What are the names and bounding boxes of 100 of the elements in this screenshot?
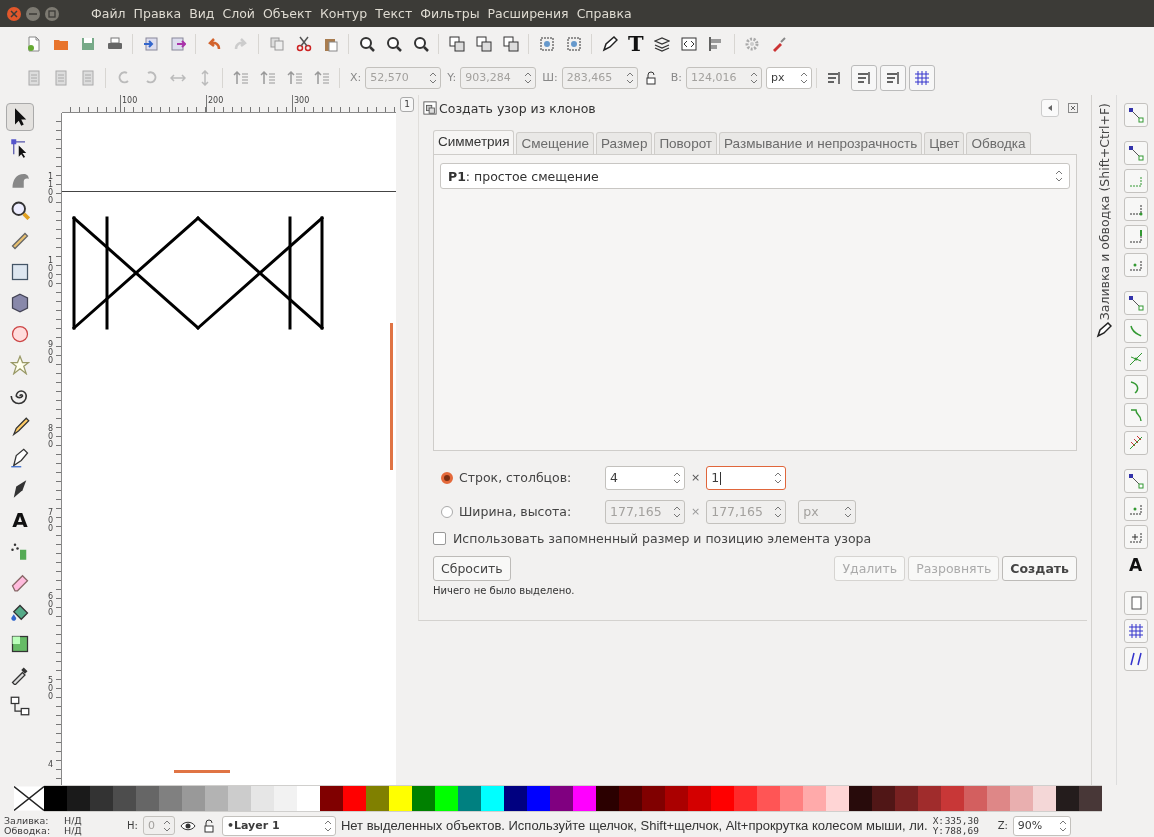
color-swatch[interactable] (688, 785, 711, 812)
scale-corners-icon[interactable] (855, 69, 872, 86)
raise-to-top-icon[interactable] (232, 69, 249, 86)
color-swatch[interactable] (596, 785, 619, 812)
duplicate-icon[interactable] (448, 35, 465, 52)
color-swatch[interactable] (964, 785, 987, 812)
select-icon[interactable] (538, 35, 555, 52)
maximize-icon[interactable] (44, 5, 60, 22)
tab[interactable]: Поворот (654, 132, 718, 154)
move-patterns-icon[interactable] (913, 69, 930, 86)
color-swatch[interactable] (481, 785, 504, 812)
import-icon[interactable] (142, 35, 159, 52)
color-swatch[interactable] (941, 785, 964, 812)
connector-tool-icon[interactable] (10, 696, 30, 716)
fill-stroke-icon[interactable] (1096, 322, 1112, 339)
copy-icon[interactable] (268, 35, 285, 52)
move-gradients-button[interactable] (879, 64, 906, 91)
color-swatch[interactable] (895, 785, 918, 812)
color-swatch[interactable] (159, 785, 182, 812)
color-swatch[interactable] (987, 785, 1010, 812)
spinner-icon[interactable] (1058, 818, 1067, 833)
menu-item[interactable]: Текст (371, 6, 417, 21)
color-swatch[interactable] (44, 785, 67, 812)
color-swatch[interactable] (918, 785, 941, 812)
color-swatch[interactable] (665, 785, 688, 812)
color-swatch[interactable] (573, 785, 596, 812)
close-icon[interactable] (6, 5, 22, 22)
bucket-tool-icon[interactable] (10, 603, 30, 623)
snap-text-icon[interactable]: A (1128, 556, 1143, 574)
color-swatch[interactable] (1079, 785, 1102, 812)
menu-item[interactable]: Справка (572, 6, 636, 21)
scale-stroke-icon[interactable] (826, 69, 843, 86)
color-swatch[interactable] (366, 785, 389, 812)
menu-item[interactable]: Правка (129, 6, 186, 21)
iconify-button[interactable] (1041, 99, 1059, 117)
color-swatch[interactable] (803, 785, 826, 812)
spinner-icon[interactable] (162, 818, 171, 833)
export-icon[interactable] (169, 35, 186, 52)
tab[interactable]: Обводка (966, 132, 1031, 154)
save-icon[interactable] (79, 35, 96, 52)
color-swatch[interactable] (734, 785, 757, 812)
text-tool-icon[interactable]: T (623, 33, 649, 54)
color-swatch[interactable] (826, 785, 849, 812)
zoom-page-icon[interactable] (412, 35, 429, 52)
select-all-icon[interactable] (565, 35, 582, 52)
color-swatch[interactable] (113, 785, 136, 812)
tab[interactable]: Смещение (516, 132, 594, 154)
tab[interactable]: Симметрия (433, 130, 515, 154)
tab-label[interactable]: Заливка и обводка (Shift+Ctrl+F) (1096, 103, 1112, 321)
color-swatch[interactable] (849, 785, 872, 812)
layer-dropdown[interactable]: •Layer 1 (221, 815, 336, 836)
checkbox[interactable] (433, 532, 446, 545)
spinner-icon[interactable] (673, 470, 681, 485)
color-swatch[interactable] (711, 785, 734, 812)
new-document-icon[interactable] (25, 35, 42, 52)
menu-item[interactable]: Файл (87, 6, 130, 21)
menu-item[interactable]: Фильтры (416, 6, 484, 21)
color-swatch[interactable] (136, 785, 159, 812)
zoom-drawing-icon[interactable] (385, 35, 402, 52)
unit-dropdown[interactable]: px (765, 66, 812, 89)
radio-button[interactable] (441, 471, 453, 484)
spinner-icon[interactable] (323, 818, 332, 833)
color-swatch[interactable] (90, 785, 113, 812)
minimize-icon[interactable] (25, 5, 41, 22)
spinner-icon[interactable] (844, 504, 853, 519)
tab[interactable]: Размер (596, 132, 653, 154)
number-field[interactable]: 1 (706, 465, 787, 490)
dropper-tool-icon[interactable] (10, 665, 30, 685)
raise-icon[interactable] (259, 69, 276, 86)
menu-item[interactable]: Объект (258, 6, 316, 21)
dialog-button[interactable]: Создать (1002, 556, 1077, 581)
layers-icon[interactable] (654, 35, 671, 52)
tab[interactable]: Размывание и непрозрачность (719, 132, 923, 154)
rectangle-tool-icon[interactable] (10, 262, 30, 282)
fill-stroke-icon[interactable] (601, 35, 618, 52)
brush-icon[interactable] (771, 35, 788, 52)
color-swatch[interactable] (389, 785, 412, 812)
color-swatch[interactable] (412, 785, 435, 812)
xml-editor-icon[interactable] (681, 35, 698, 52)
color-swatch[interactable] (274, 785, 297, 812)
eraser-tool-icon[interactable] (10, 572, 30, 592)
menu-item[interactable]: Расширения (483, 6, 573, 21)
scale-corners-button[interactable] (850, 64, 877, 91)
spinner-icon[interactable] (774, 470, 783, 485)
color-swatch[interactable] (182, 785, 205, 812)
menu-item[interactable]: Вид (185, 6, 219, 21)
color-swatch[interactable] (872, 785, 895, 812)
zoom-field[interactable]: 90% (1012, 815, 1071, 836)
docked-dialog-tab[interactable]: Заливка и обводка (Shift+Ctrl+F) (1091, 95, 1116, 785)
color-swatch[interactable] (642, 785, 665, 812)
ungroup-icon[interactable] (502, 35, 519, 52)
menu-item[interactable]: Контур (315, 6, 372, 21)
menu-item[interactable]: Слой (218, 6, 259, 21)
dialog-button[interactable]: Сбросить (433, 556, 511, 581)
color-swatch[interactable] (619, 785, 642, 812)
pencil-tool-icon[interactable] (10, 417, 30, 437)
symmetry-dropdown[interactable]: P1: простое смещение (440, 163, 1070, 189)
color-swatch[interactable] (1056, 785, 1079, 812)
zoom-selection-icon[interactable] (358, 35, 375, 52)
color-swatch[interactable] (1010, 785, 1033, 812)
